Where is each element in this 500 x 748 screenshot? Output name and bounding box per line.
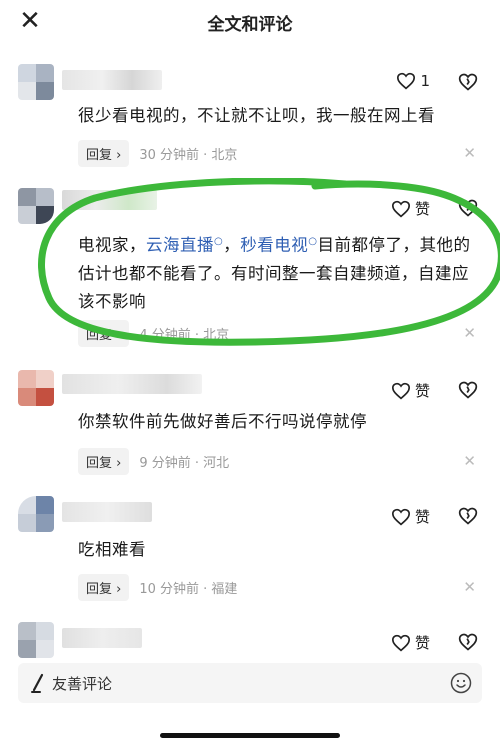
like-button[interactable]: 赞 <box>391 632 430 653</box>
avatar[interactable] <box>18 64 54 100</box>
heart-icon <box>391 382 410 399</box>
like-count: 1 <box>420 72 430 90</box>
dislike-icon[interactable] <box>458 632 478 652</box>
dislike-icon[interactable] <box>458 380 478 400</box>
comment-input-bar[interactable]: 友善评论 <box>18 663 482 703</box>
comment-text: 你禁软件前先做好善后不行吗说停就停 <box>78 412 367 431</box>
like-label: 赞 <box>414 382 430 400</box>
page-title: 全文和评论 <box>207 15 293 35</box>
search-icon: ○ <box>214 236 224 247</box>
comment-time-location: 10 分钟前 · 福建 <box>139 582 238 597</box>
heart-icon <box>391 634 410 651</box>
like-button[interactable]: 1 <box>396 72 430 90</box>
heart-icon <box>391 508 410 525</box>
dislike-icon[interactable] <box>458 506 478 526</box>
avatar[interactable] <box>18 370 54 406</box>
comment-text-part: 电视家， <box>78 235 146 255</box>
reply-button[interactable]: 回复 › <box>78 574 130 601</box>
comment-text: 吃相难看 <box>78 540 146 559</box>
like-label: 赞 <box>414 634 430 652</box>
heart-icon <box>397 72 416 90</box>
username-blurred[interactable] <box>62 190 157 210</box>
header: ✕ 全文和评论 <box>0 0 500 44</box>
avatar[interactable] <box>18 622 54 658</box>
comment-input-placeholder[interactable]: 友善评论 <box>52 673 112 694</box>
comment-time-location: 9 分钟前 · 河北 <box>139 456 230 471</box>
dislike-icon[interactable] <box>458 198 478 218</box>
like-label: 赞 <box>414 508 430 526</box>
comment-meta: 回复 › 4 分钟前 · 北京 <box>78 320 229 347</box>
dismiss-icon[interactable]: ✕ <box>463 144 476 162</box>
comment-meta: 回复 › 30 分钟前 · 北京 <box>78 140 237 167</box>
dislike-icon[interactable] <box>458 72 478 92</box>
avatar[interactable] <box>18 188 54 224</box>
comment-text-separator: ， <box>223 235 241 255</box>
avatar[interactable] <box>18 496 54 532</box>
comment-time-location: 30 分钟前 · 北京 <box>139 148 238 163</box>
username-blurred[interactable] <box>62 374 202 394</box>
username-blurred[interactable] <box>62 70 162 90</box>
reply-button[interactable]: 回复 › <box>78 320 130 347</box>
reply-button[interactable]: 回复 › <box>78 448 130 475</box>
comment-text: 很少看电视的，不让就不让呗，我一般在网上看 <box>78 106 435 125</box>
username-blurred[interactable] <box>62 502 152 522</box>
comment-meta: 回复 › 10 分钟前 · 福建 <box>78 574 237 601</box>
pen-icon <box>31 673 44 693</box>
like-button[interactable]: 赞 <box>391 198 430 219</box>
like-label: 赞 <box>414 200 430 218</box>
dismiss-icon[interactable]: ✕ <box>463 324 476 342</box>
username-blurred[interactable] <box>62 628 142 648</box>
reply-button[interactable]: 回复 › <box>78 140 130 167</box>
emoji-icon[interactable] <box>450 672 472 694</box>
like-button[interactable]: 赞 <box>391 506 430 527</box>
comment-time-location: 4 分钟前 · 北京 <box>139 328 230 343</box>
search-link-yunhai[interactable]: 云海直播 <box>146 236 214 255</box>
heart-icon <box>391 200 410 217</box>
dismiss-icon[interactable]: ✕ <box>463 452 476 470</box>
comment-text: 电视家，云海直播○，秒看电视○目前都停了，其他的估计也都不能看了。有时间整一套自… <box>78 228 478 316</box>
comment-meta: 回复 › 9 分钟前 · 河北 <box>78 448 229 475</box>
home-indicator <box>160 733 340 738</box>
search-link-miaokan[interactable]: 秒看电视 <box>240 236 308 255</box>
like-button[interactable]: 赞 <box>391 380 430 401</box>
dismiss-icon[interactable]: ✕ <box>463 578 476 596</box>
